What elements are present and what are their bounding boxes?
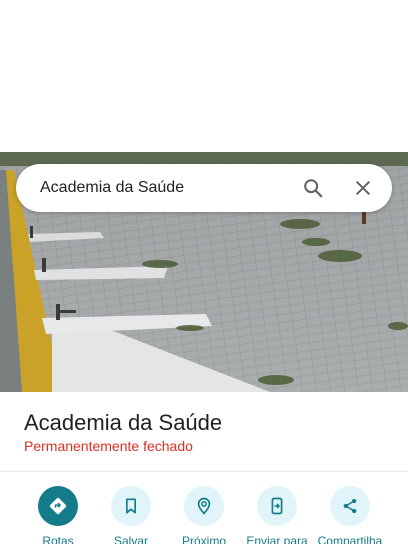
- place-details-panel: Academia da Saúde Permanentemente fechad…: [0, 392, 408, 544]
- search-bar[interactable]: [16, 164, 392, 212]
- place-title: Academia da Saúde: [24, 410, 223, 435]
- nearby-icon: [184, 486, 224, 526]
- share-icon: [330, 486, 370, 526]
- send-to-device-icon: [257, 486, 297, 526]
- send-to-device-label: Enviar para: [246, 534, 308, 544]
- close-icon[interactable]: [350, 175, 376, 201]
- bookmark-icon: [111, 486, 151, 526]
- map-blank-area: [0, 0, 408, 152]
- divider: [0, 471, 408, 472]
- share-button[interactable]: Compartilha: [310, 486, 390, 544]
- share-label: Compartilha: [317, 534, 383, 544]
- directions-label: Rotas: [42, 534, 74, 544]
- search-icon[interactable]: [300, 175, 326, 201]
- nearby-button[interactable]: Próximo: [164, 486, 244, 544]
- save-button[interactable]: Salvar: [91, 486, 171, 544]
- save-label: Salvar: [113, 534, 148, 544]
- directions-icon: [38, 486, 78, 526]
- search-input[interactable]: [16, 164, 300, 212]
- place-status: Permanentemente fechado: [24, 438, 193, 454]
- action-bar: Rotas Salvar Próximo Enviar para Compart…: [0, 486, 408, 544]
- directions-button[interactable]: Rotas: [18, 486, 98, 544]
- nearby-label: Próximo: [181, 534, 226, 544]
- send-to-device-button[interactable]: Enviar para: [237, 486, 317, 544]
